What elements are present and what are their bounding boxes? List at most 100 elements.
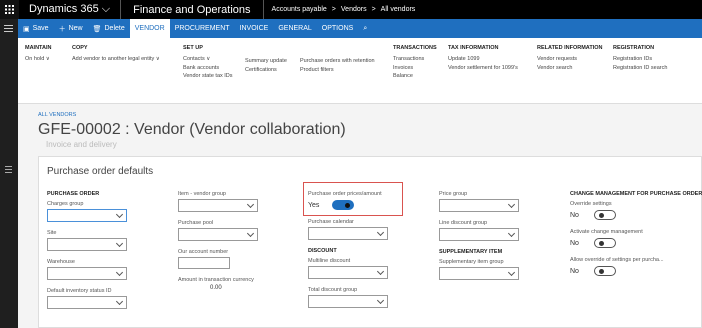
on-hold-menu[interactable]: On hold ∨ xyxy=(25,55,51,64)
new-label: New xyxy=(68,25,83,32)
registration-ids-link[interactable]: Registration IDs xyxy=(613,55,667,64)
summary-update-link[interactable]: Summary update xyxy=(245,57,287,66)
tab-procurement[interactable]: PROCUREMENT xyxy=(170,19,235,38)
registration-id-search-link[interactable]: Registration ID search xyxy=(613,64,667,73)
group-related-information: RELATED INFORMATION Vendor requests Vend… xyxy=(537,45,602,72)
purchase-orders-with-retention-link[interactable]: Purchase orders with retention xyxy=(300,57,375,66)
bank-accounts-link[interactable]: Bank accounts xyxy=(183,64,233,73)
save-icon: ▣ xyxy=(23,25,30,33)
breadcrumb-all-vendors[interactable]: All vendors xyxy=(381,6,416,13)
total-discount-group-dropdown[interactable] xyxy=(308,295,388,308)
chevron-down-icon xyxy=(246,200,255,209)
collapsed-section-header[interactable]: Invoice and delivery xyxy=(46,140,117,149)
top-bar: Dynamics 365 ⌵ Finance and Operations Ac… xyxy=(0,0,702,19)
tab-vendor[interactable]: VENDOR xyxy=(129,19,170,38)
site-dropdown[interactable] xyxy=(47,238,127,251)
group-heading: COPY xyxy=(72,45,88,51)
chevron-down-icon xyxy=(507,229,516,238)
field-label: Purchase calendar xyxy=(308,219,354,225)
page-title: GFE-00002 : Vendor (Vendor collaboration… xyxy=(38,121,346,138)
vendor-state-tax-ids-link[interactable]: Vendor state tax IDs xyxy=(183,72,233,81)
vendor-settlement-1099-link[interactable]: Vendor settlement for 1099's xyxy=(448,64,518,73)
contacts-menu[interactable]: Contacts ∨ xyxy=(183,55,233,64)
toggle-value: No xyxy=(570,267,579,275)
vendor-search-link[interactable]: Vendor search xyxy=(537,64,602,73)
group-heading: REGISTRATION xyxy=(613,45,655,51)
field-group-heading: DISCOUNT xyxy=(308,248,337,254)
add-vendor-to-legal-entity-menu[interactable]: Add vendor to another legal entity ∨ xyxy=(72,55,160,64)
purchase-calendar-dropdown[interactable] xyxy=(308,227,388,240)
tab-invoice[interactable]: INVOICE xyxy=(235,19,274,38)
multiline-discount-dropdown[interactable] xyxy=(308,266,388,279)
tab-general[interactable]: GENERAL xyxy=(273,19,316,38)
invoices-link[interactable]: Invoices xyxy=(393,64,437,73)
chevron-down-icon: ⌵ xyxy=(101,3,111,15)
purchase-order-column: PURCHASE ORDER Charges group Site Wareho… xyxy=(47,191,127,317)
field-label: Line discount group xyxy=(439,220,488,226)
app-launcher-icon[interactable] xyxy=(0,0,19,19)
supplementary-item-group-dropdown[interactable] xyxy=(439,267,519,280)
group-maintain: MAINTAIN On hold ∨ xyxy=(25,45,51,64)
field-group-heading: PURCHASE ORDER xyxy=(47,191,100,197)
brand-menu[interactable]: Dynamics 365 ⌵ xyxy=(19,3,120,16)
group-setup: SET UP Contacts ∨ Bank accounts Vendor s… xyxy=(183,45,233,81)
certifications-link[interactable]: Certifications xyxy=(245,66,287,75)
field-label: Charges group xyxy=(47,201,84,207)
amount-value: 0.00 xyxy=(210,285,222,291)
new-button[interactable]: ＋ New xyxy=(54,19,88,38)
brand-label: Dynamics 365 xyxy=(29,3,99,15)
group-heading: TAX INFORMATION xyxy=(448,45,499,51)
warehouse-dropdown[interactable] xyxy=(47,267,127,280)
update-1099-link[interactable]: Update 1099 xyxy=(448,55,518,64)
chevron-down-icon xyxy=(115,297,124,306)
delete-label: Delete xyxy=(104,25,125,32)
field-group-heading: CHANGE MANAGEMENT FOR PURCHASE ORDERS xyxy=(570,191,702,197)
tab-options[interactable]: OPTIONS xyxy=(317,19,359,38)
activate-change-management-toggle[interactable] xyxy=(594,238,616,248)
group-transactions: TRANSACTIONS Transactions Invoices Balan… xyxy=(393,45,437,81)
override-settings-toggle[interactable] xyxy=(594,210,616,220)
toggle-knob xyxy=(599,213,604,218)
balance-link[interactable]: Balance xyxy=(393,72,437,81)
price-group-dropdown[interactable] xyxy=(439,199,519,212)
group-heading: TRANSACTIONS xyxy=(393,45,437,51)
field-label: Warehouse xyxy=(47,259,75,265)
trash-icon: 🗑 xyxy=(92,25,102,33)
highlight-box xyxy=(303,182,403,216)
hamburger-menu-icon[interactable] xyxy=(4,25,13,34)
transactions-link[interactable]: Transactions xyxy=(393,55,437,64)
charges-group-dropdown[interactable] xyxy=(47,209,127,222)
allow-override-toggle[interactable] xyxy=(594,266,616,276)
our-account-number-input[interactable] xyxy=(178,257,230,269)
group-heading: MAINTAIN xyxy=(25,45,52,51)
item-vendor-group-dropdown[interactable] xyxy=(178,199,258,212)
delete-button[interactable]: 🗑 Delete xyxy=(88,19,130,38)
field-label: Item - vendor group xyxy=(178,191,226,197)
section-heading[interactable]: Purchase order defaults xyxy=(47,166,153,177)
chevron-down-icon xyxy=(376,267,385,276)
product-filters-link[interactable]: Product filters xyxy=(300,66,375,75)
all-vendors-link[interactable]: ALL VENDORS xyxy=(38,112,76,118)
search-icon[interactable]: ⌕ xyxy=(358,19,372,38)
line-discount-group-dropdown[interactable] xyxy=(439,228,519,241)
chevron-down-icon xyxy=(246,229,255,238)
breadcrumb-accounts-payable[interactable]: Accounts payable xyxy=(272,6,327,13)
list-toggle-icon[interactable] xyxy=(5,166,12,175)
breadcrumb-vendors[interactable]: Vendors xyxy=(341,6,367,13)
field-label: Supplementary item group xyxy=(439,259,504,265)
group-tax-information: TAX INFORMATION Update 1099 Vendor settl… xyxy=(448,45,518,72)
group-setup-col3: Purchase orders with retention Product f… xyxy=(300,57,375,74)
breadcrumb-separator: > xyxy=(371,6,376,13)
group-registration: REGISTRATION Registration IDs Registrati… xyxy=(613,45,667,72)
app-name: Finance and Operations xyxy=(133,3,251,16)
toggle-value: No xyxy=(570,211,579,219)
purchase-pool-dropdown[interactable] xyxy=(178,228,258,241)
chevron-down-icon xyxy=(376,228,385,237)
chevron-down-icon xyxy=(115,268,124,277)
inventory-status-dropdown[interactable] xyxy=(47,296,127,309)
save-button[interactable]: ▣ Save xyxy=(18,19,54,38)
vendor-requests-link[interactable]: Vendor requests xyxy=(537,55,602,64)
chevron-down-icon xyxy=(507,200,516,209)
navigation-pane xyxy=(0,19,18,328)
ribbon: MAINTAIN On hold ∨ COPY Add vendor to an… xyxy=(18,38,702,104)
